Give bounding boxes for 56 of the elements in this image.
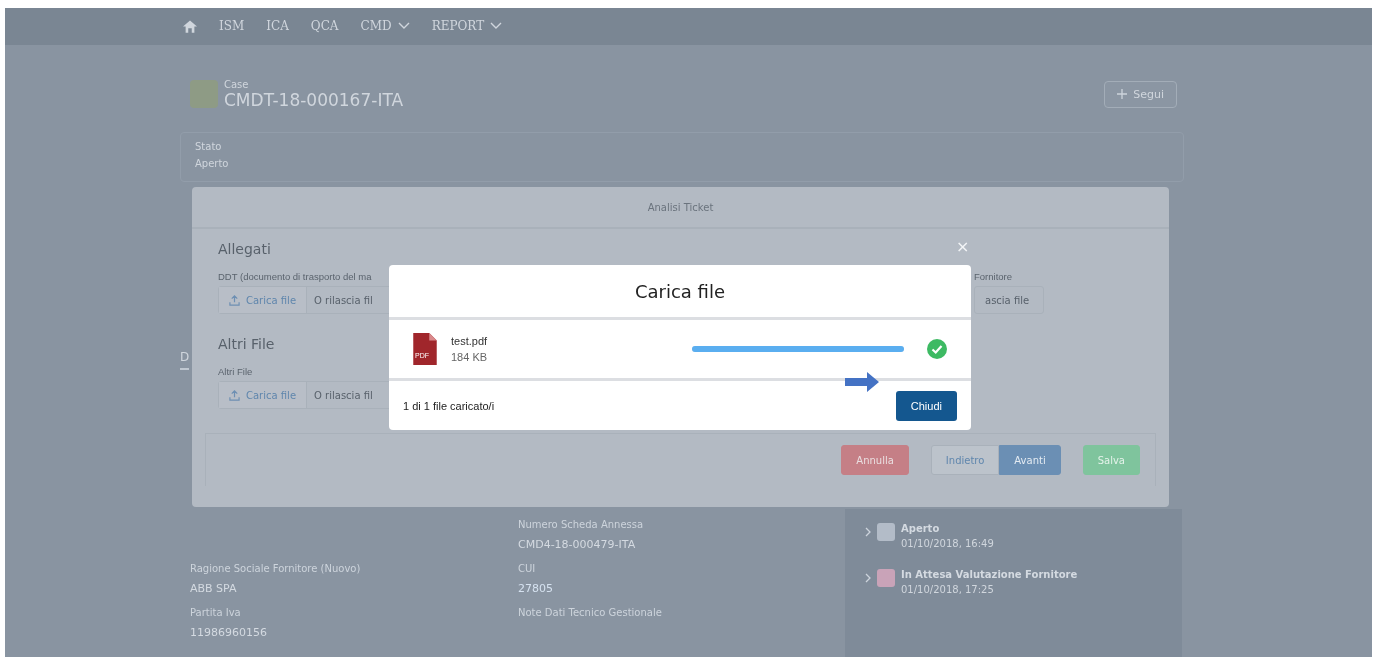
pdf-file-icon [413, 333, 437, 365]
nav-tab[interactable]: CMD [360, 19, 410, 34]
timeline-title: In Attesa Valutazione Fornitore [901, 569, 1078, 580]
plus-icon [1117, 89, 1128, 100]
timeline-time: 01/10/2018, 17:25 [901, 584, 995, 595]
field-label: DDT (documento di trasporto del ma [218, 271, 373, 282]
file-name: test.pdf [451, 335, 488, 347]
timeline-time: 01/10/2018, 16:49 [901, 538, 994, 549]
field-label: Fornitore [974, 271, 1013, 282]
nav-tab[interactable]: REPORT [431, 19, 503, 34]
drop-hint: O rilascia fil [313, 294, 373, 306]
drop-hint: ascia file [984, 294, 1030, 306]
pointer-arrow [845, 372, 879, 392]
timeline-title: Aperto [901, 523, 941, 534]
field-value: 27805 [518, 582, 554, 595]
field-value: CMD4-18-000479-ITA [518, 538, 637, 551]
follow-button[interactable]: Segui [1104, 80, 1177, 108]
upload-button[interactable]: Carica file [219, 287, 308, 313]
nav-tab[interactable]: QCA [310, 19, 339, 34]
home-icon[interactable] [183, 19, 197, 33]
drop-hint: O rilascia fil [313, 389, 373, 401]
field-value: Aperto [195, 158, 230, 170]
footer-button[interactable]: Avanti [999, 445, 1061, 475]
chevron-right-icon[interactable] [865, 527, 871, 537]
field-label: Altri File [218, 366, 254, 377]
chevron-down-icon [397, 22, 410, 31]
upload-icon [229, 294, 240, 306]
chevron-right-icon[interactable] [865, 573, 871, 583]
section-heading: Allegati [218, 241, 271, 257]
upload-icon [229, 389, 240, 401]
field-label: Partita Iva [190, 607, 242, 618]
tab[interactable]: D [180, 350, 190, 370]
field-label: CUI [518, 563, 537, 574]
field-value: ABB SPA [190, 582, 238, 595]
modal-title: Analisi Ticket [647, 201, 714, 213]
record-title: CMDT-18-000167-ITA [224, 89, 404, 110]
field-label: Numero Scheda Annessa [518, 519, 645, 530]
nav-tab[interactable]: ICA [266, 19, 289, 34]
field-label: Ragione Sociale Fornitore (Nuovo) [190, 563, 362, 574]
dialog-title: Carica file [634, 280, 726, 302]
upload-button[interactable]: Carica file [219, 382, 308, 408]
close-button[interactable]: Chiudi [895, 391, 957, 421]
case-icon [190, 80, 218, 109]
file-drop-zone[interactable]: ascia file [974, 286, 1044, 314]
close-button[interactable]: × [956, 237, 970, 256]
footer-button[interactable]: Annulla [841, 445, 909, 475]
footer-button[interactable]: Indietro [930, 445, 1000, 475]
record-type: Case [224, 78, 250, 90]
file-size: 184 KB [451, 351, 488, 363]
field-label: Note Dati Tecnico Gestionale [518, 607, 663, 618]
field-label: Stato [195, 141, 223, 153]
field-value: 11986960156 [190, 626, 268, 639]
chevron-down-icon [490, 22, 503, 31]
footer-button[interactable]: Salva [1082, 445, 1140, 475]
section-heading: Altri File [218, 336, 275, 352]
nav-tab[interactable]: ISM [219, 19, 245, 34]
